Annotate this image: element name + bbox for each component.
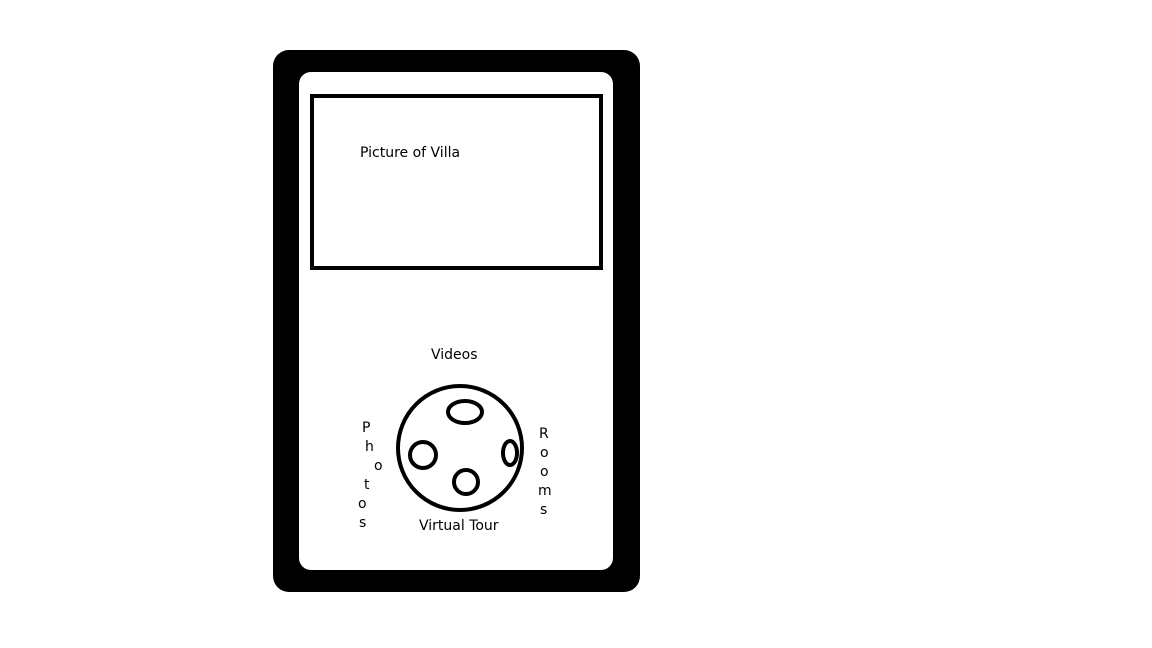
canvas: Picture of Villa Videos P h o t o s R o … <box>0 0 1152 648</box>
photos-letter: o <box>358 496 367 512</box>
rooms-letter: o <box>540 464 549 480</box>
photos-label[interactable]: P h o t o s <box>358 420 389 536</box>
photos-letter: o <box>374 458 383 474</box>
videos-label[interactable]: Videos <box>431 347 478 363</box>
device-face: Picture of Villa Videos P h o t o s R o … <box>299 72 613 570</box>
click-wheel-area: Videos P h o t o s R o o m s Virtual Tou… <box>299 72 613 570</box>
rooms-letter: m <box>538 483 552 499</box>
photos-letter: s <box>359 515 367 531</box>
rooms-letter: o <box>540 445 549 461</box>
photos-letter: t <box>364 477 370 493</box>
rooms-letter: s <box>540 502 548 518</box>
rooms-label[interactable]: R o o m s <box>537 427 557 542</box>
photos-letter: h <box>365 439 374 455</box>
virtual-tour-label[interactable]: Virtual Tour <box>419 518 499 534</box>
rooms-letter: R <box>539 426 549 442</box>
click-wheel <box>395 383 525 513</box>
wheel-left-button[interactable] <box>408 440 438 470</box>
wheel-right-button[interactable] <box>501 439 519 467</box>
wheel-top-button[interactable] <box>446 399 484 425</box>
photos-letter: P <box>362 420 371 436</box>
click-wheel-graphic <box>396 384 524 512</box>
wheel-bottom-button[interactable] <box>452 468 480 496</box>
media-player-device: Picture of Villa Videos P h o t o s R o … <box>273 50 640 592</box>
